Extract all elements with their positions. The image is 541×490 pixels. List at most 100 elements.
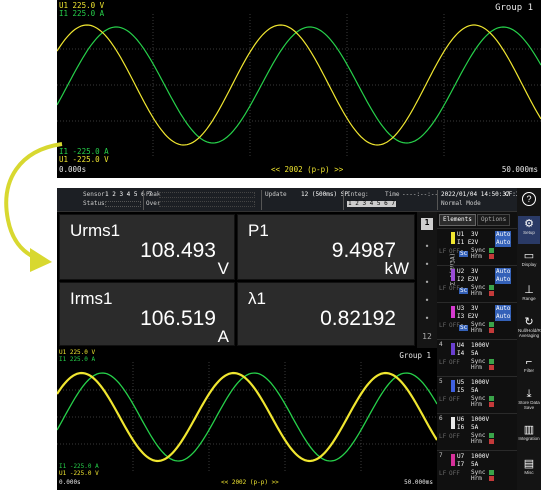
hrm-indicator: [489, 476, 494, 481]
value-cell-urms1[interactable]: Urms1 108.493 V: [59, 214, 235, 280]
current-channel: I1 E: [457, 239, 472, 246]
page-dot[interactable]: •: [421, 242, 433, 254]
lf-label: LF: [439, 470, 447, 477]
bottom-waveform-grid: [57, 362, 437, 472]
time-value: ----:--:--: [402, 191, 439, 198]
page-selector: 1 • • • • • 12: [417, 212, 437, 348]
display-button[interactable]: ▭ Display: [518, 250, 540, 267]
value-cell-lambda1[interactable]: λ1 0.82192: [237, 282, 415, 346]
element-row[interactable]: 5 U5 1000V I5 5A LF OFF Sync Hrm: [437, 376, 517, 408]
page-last[interactable]: 12: [421, 332, 433, 344]
sc-badge: Sc: [459, 250, 469, 257]
menu-label: Setup: [523, 230, 535, 235]
auto-range-badge[interactable]: Auto: [495, 239, 512, 247]
element-row[interactable]: U2 3V Auto I2 E 2V Auto LF OFF Sync Hrm Sc: [437, 265, 517, 297]
range-button[interactable]: ⊥ Range: [518, 284, 540, 301]
voltage-channel: U1: [457, 231, 465, 238]
averaging-button[interactable]: ↻ Null/Hold/Rate Averaging: [518, 316, 541, 338]
misc-button[interactable]: ▤ Misc: [518, 458, 540, 475]
hrm-label: Hrm: [471, 327, 482, 334]
hrm-label: Hrm: [471, 253, 482, 260]
tab-elements[interactable]: Elements: [439, 214, 476, 226]
lf-label: LF: [439, 359, 447, 366]
lf-label: LF: [439, 433, 447, 440]
sync-indicator: [489, 322, 494, 327]
page-current[interactable]: 1: [421, 218, 433, 230]
current-range: 5A: [471, 461, 479, 468]
help-button[interactable]: ?: [518, 190, 540, 208]
sensor-values: 1 2 3 4 5 6 7: [105, 191, 152, 198]
status-indicators: [105, 201, 141, 207]
tab-options[interactable]: Options: [477, 214, 511, 226]
value-cell-p1[interactable]: P1 9.4987 kW: [237, 214, 415, 280]
voltage-range: 3V: [471, 268, 479, 275]
current-channel: I4: [457, 350, 465, 357]
off-label: OFF: [449, 359, 460, 366]
voltage-channel: U3: [457, 305, 465, 312]
bottom-u1-scale-bottom: U1 -225.0 V: [59, 470, 99, 477]
peak-indicators: [159, 192, 255, 198]
element-row[interactable]: U3 3V Auto I3 E 2V Auto LF OFF Sync Hrm Sc: [437, 302, 517, 334]
toolbox-icon: ▤: [523, 458, 535, 470]
mode-label: Normal Mode: [441, 200, 481, 207]
sync-indicator: [489, 285, 494, 290]
integ-values: 1 2 3 4 5 6 7: [347, 200, 396, 207]
gear-icon: ⚙: [524, 218, 534, 230]
bottom-waveform-display: U1 225.0 V I1 225.0 A Group 1 I1 -225.0 …: [57, 348, 437, 490]
element-row[interactable]: 7 U7 1000V I7 5A LF OFF Sync Hrm: [437, 450, 517, 482]
page-dot[interactable]: •: [421, 260, 433, 272]
over-indicators: [159, 201, 255, 207]
element-number: 7: [439, 452, 443, 459]
right-menu-bar: ? ⚙ Setup ▭ Display ⊥ Range ↻ Null/Hold/…: [517, 188, 541, 490]
auto-range-badge[interactable]: Auto: [495, 231, 512, 239]
top-time-end: 50.000ms: [501, 165, 538, 174]
element-color-marker: [451, 232, 455, 244]
page-dot[interactable]: •: [421, 296, 433, 308]
voltage-channel: U7: [457, 453, 465, 460]
element-color-marker: [451, 454, 455, 466]
auto-range-badge[interactable]: Auto: [495, 313, 512, 321]
menu-label: Misc: [524, 470, 534, 475]
current-channel: I2 E: [457, 276, 472, 283]
filter-icon: ⌐: [525, 356, 533, 368]
page-dot[interactable]: •: [421, 278, 433, 290]
menu-label: Filter: [524, 368, 534, 373]
integ-label: Integ:: [347, 191, 369, 198]
voltage-channel: U4: [457, 342, 465, 349]
auto-range-badge[interactable]: Auto: [495, 268, 512, 276]
integration-button[interactable]: ▥ Integration: [518, 424, 540, 441]
auto-range-badge[interactable]: Auto: [495, 305, 512, 313]
value-name: P1: [248, 221, 269, 240]
value-number: 106.519: [140, 307, 216, 330]
value-unit: kW: [384, 259, 409, 278]
lf-label: LF: [439, 322, 447, 329]
current-range: 5A: [471, 350, 479, 357]
current-channel: I7: [457, 461, 465, 468]
element-row[interactable]: 4 U4 1000V I4 5A LF OFF Sync Hrm: [437, 339, 517, 371]
value-cell-irms1[interactable]: Irms1 106.519 A: [59, 282, 235, 346]
element-number: 6: [439, 415, 443, 422]
sensor-label: Sensor: [83, 191, 105, 198]
value-name: λ1: [248, 289, 266, 308]
current-range: 2V: [471, 313, 479, 320]
value-name: Urms1: [70, 221, 121, 240]
store-button[interactable]: ⤓ Store Data Save: [518, 388, 540, 410]
value-number: 0.82192: [320, 307, 396, 330]
element-color-marker: [451, 417, 455, 429]
menu-label: Store Data Save: [518, 400, 540, 410]
setup-button[interactable]: ⚙ Setup: [518, 216, 540, 244]
current-channel: I6: [457, 424, 465, 431]
element-row[interactable]: U1 3V Auto I1 E 2V Auto LF OFF Sync Hrm Sc: [437, 228, 517, 260]
voltage-range: 1000V: [471, 416, 490, 423]
filter-button[interactable]: ⌐ Filter: [518, 356, 540, 373]
current-range: 5A: [471, 424, 479, 431]
element-color-marker: [451, 343, 455, 355]
auto-range-badge[interactable]: Auto: [495, 276, 512, 284]
page-dot[interactable]: •: [421, 314, 433, 326]
hrm-label: Hrm: [471, 290, 482, 297]
sync-indicator: [489, 396, 494, 401]
element-number: 5: [439, 378, 443, 385]
refresh-icon: ↻: [524, 316, 534, 328]
hrm-indicator: [489, 402, 494, 407]
element-row[interactable]: 6 U6 1000V I6 5A LF OFF Sync Hrm: [437, 413, 517, 445]
